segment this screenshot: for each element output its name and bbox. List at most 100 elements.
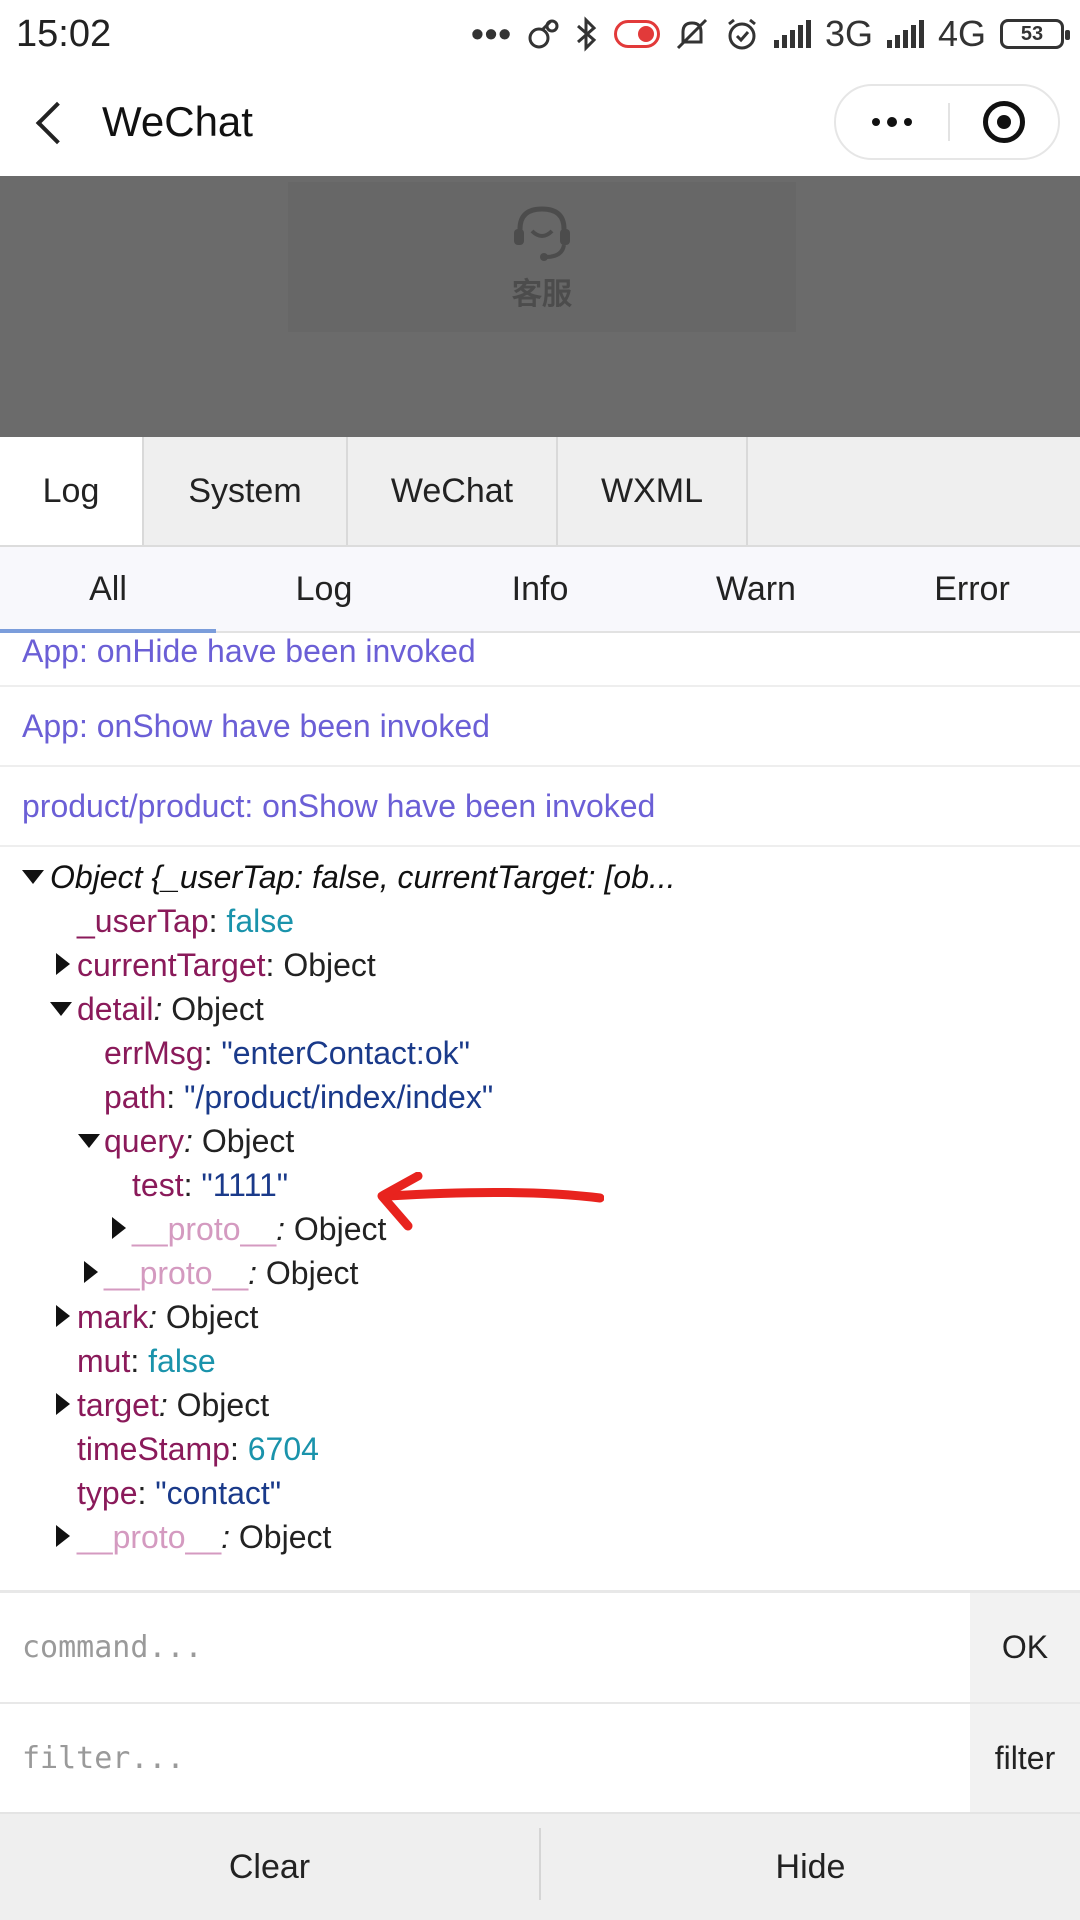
clear-button[interactable]: Clear — [0, 1814, 539, 1920]
prop-value: "contact" — [155, 1475, 282, 1511]
more-dots-icon[interactable] — [836, 86, 948, 158]
filter-warn[interactable]: Warn — [648, 547, 864, 631]
prop-value: 6704 — [247, 1431, 319, 1467]
prop-row[interactable]: detail: Object — [0, 987, 1080, 1031]
prop-value: "enterContact:ok" — [221, 1035, 470, 1071]
prop-colon: : — [203, 1035, 213, 1071]
caret-right-icon[interactable] — [50, 1383, 74, 1427]
ok-button[interactable]: OK — [970, 1593, 1080, 1702]
prop-key: __proto__ — [104, 1255, 249, 1291]
filter-all[interactable]: All — [0, 547, 216, 633]
filter-button[interactable]: filter — [970, 1704, 1080, 1812]
status-bar: 15:02 ••• 3G 4G 53 — [0, 0, 1080, 68]
navigation-bar: WeChat — [0, 68, 1080, 176]
prop-key: detail — [77, 991, 154, 1027]
prop-colon: : — [248, 1255, 258, 1291]
caret-right-icon[interactable] — [78, 1251, 102, 1295]
prop-colon: : — [208, 903, 218, 939]
chevron-left-icon[interactable] — [30, 94, 86, 150]
prop-row[interactable]: mark: Object — [0, 1295, 1080, 1339]
prop-row: type: "contact" — [0, 1471, 1080, 1515]
mute-bell-icon — [674, 16, 710, 52]
prop-type: Object — [165, 1299, 259, 1335]
caret-down-icon[interactable] — [76, 1119, 100, 1163]
hide-button[interactable]: Hide — [541, 1814, 1080, 1920]
prop-row: timeStamp: 6704 — [0, 1427, 1080, 1471]
battery-level: 53 — [1020, 22, 1044, 45]
battery-icon: 53 — [1000, 19, 1070, 49]
prop-row: errMsg: "enterContact:ok" — [0, 1031, 1080, 1075]
status-icons: ••• 3G 4G 53 — [471, 13, 1070, 55]
prop-value: "1111" — [201, 1167, 289, 1203]
tab-wechat[interactable]: WeChat — [348, 437, 558, 545]
caret-right-icon[interactable] — [50, 943, 74, 987]
caret-down-icon[interactable] — [20, 855, 44, 899]
caret-right-icon[interactable] — [50, 1515, 74, 1559]
caret-down-icon[interactable] — [48, 987, 72, 1031]
prop-row[interactable]: __proto__: Object — [0, 1515, 1080, 1559]
prop-type: Object — [283, 947, 376, 983]
filter-log[interactable]: Log — [216, 547, 432, 631]
log-level-filters: All Log Info Warn Error — [0, 547, 1080, 633]
status-time: 15:02 — [16, 12, 112, 55]
target-close-icon[interactable] — [950, 101, 1058, 143]
prop-type: Object — [171, 991, 264, 1027]
prop-row: path: "/product/index/index" — [0, 1075, 1080, 1119]
prop-key: mut — [77, 1343, 131, 1379]
caret-right-icon[interactable] — [106, 1207, 130, 1251]
prop-type: Object — [201, 1123, 295, 1159]
prop-key: mark — [77, 1299, 149, 1335]
prop-key: _userTap — [77, 903, 209, 939]
tab-system[interactable]: System — [144, 437, 348, 545]
menu-capsule — [834, 84, 1060, 160]
recording-toggle-icon — [613, 20, 660, 48]
signal-4g-icon — [886, 20, 924, 48]
object-root-row[interactable]: Object {_userTap: false, currentTarget: … — [0, 855, 1080, 899]
headset-icon — [508, 201, 576, 263]
prop-key: test — [132, 1167, 184, 1203]
log-output[interactable]: App: onHide have been invoked App: onSho… — [0, 633, 1080, 1590]
alarm-icon — [724, 16, 760, 52]
page-overlay[interactable]: 客服 — [0, 176, 1080, 437]
console-tabs: Log System WeChat WXML — [0, 437, 1080, 547]
caret-right-icon[interactable] — [50, 1295, 74, 1339]
prop-type: Object — [265, 1255, 359, 1291]
prop-row[interactable]: currentTarget: Object — [0, 943, 1080, 987]
signal-3g-icon — [773, 20, 811, 48]
prop-row: _userTap: false — [0, 899, 1080, 943]
prop-colon: : — [276, 1211, 286, 1247]
filter-row: filter — [0, 1702, 1080, 1812]
annotation-arrow-icon — [377, 1172, 604, 1231]
prop-colon: : — [153, 991, 163, 1027]
prop-value: false — [148, 1343, 216, 1379]
prop-key: errMsg — [104, 1035, 204, 1071]
prop-colon: : — [184, 1123, 193, 1159]
prop-key: target — [77, 1387, 159, 1423]
filter-input[interactable] — [0, 1704, 970, 1812]
tab-log[interactable]: Log — [0, 437, 144, 545]
filter-error[interactable]: Error — [864, 547, 1080, 631]
prop-type: Object — [176, 1387, 270, 1423]
prop-key: query — [104, 1123, 185, 1159]
prop-key: timeStamp — [77, 1431, 230, 1467]
prop-colon: : — [221, 1519, 231, 1555]
page-title: WeChat — [102, 98, 253, 145]
prop-row[interactable]: __proto__: Object — [0, 1251, 1080, 1295]
network-3g: 3G — [824, 13, 873, 54]
prop-key: __proto__ — [77, 1519, 222, 1555]
prop-row[interactable]: query: Object — [0, 1119, 1080, 1163]
link-icon — [526, 17, 560, 51]
prop-colon: : — [148, 1299, 157, 1335]
prop-value: "/product/index/index" — [184, 1079, 494, 1115]
filter-info[interactable]: Info — [432, 547, 648, 631]
prop-colon: : — [137, 1475, 147, 1511]
prop-key: type — [77, 1475, 138, 1511]
command-input[interactable] — [0, 1593, 970, 1702]
prop-value: false — [226, 903, 295, 939]
customer-service-label: 客服 — [512, 278, 572, 311]
prop-row[interactable]: target: Object — [0, 1383, 1080, 1427]
prop-colon: : — [158, 1387, 168, 1423]
tab-wxml[interactable]: WXML — [558, 437, 748, 545]
customer-service-button[interactable]: 客服 — [288, 182, 796, 332]
prop-key: path — [104, 1079, 167, 1115]
